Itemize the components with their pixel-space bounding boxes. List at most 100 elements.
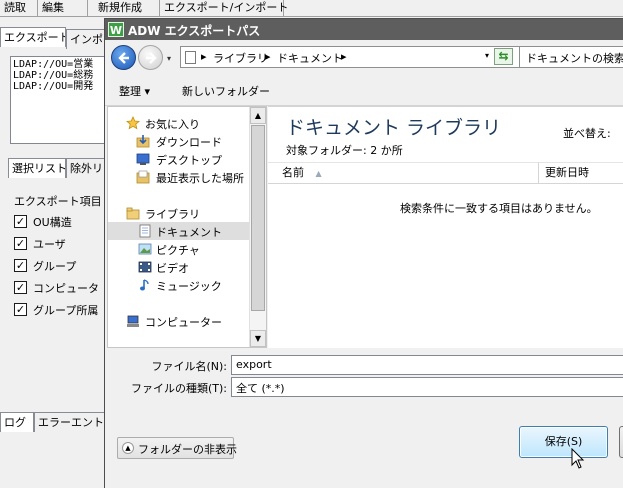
navigation-pane[interactable]: お気に入り ダウンロード デスクトップ 最近表示した場所 ライブラリ ドキュメン… [107, 106, 267, 348]
command-bar: 整理 ▾ 新しいフォルダー [105, 74, 623, 106]
subtab-selection-list[interactable]: 選択リスト [8, 158, 66, 178]
breadcrumb-libraries[interactable]: ライブラリ [213, 50, 268, 66]
nav-item-pictures[interactable]: ピクチャ [108, 240, 250, 258]
tab-import[interactable]: インポ [66, 29, 106, 49]
recent-places-icon [136, 170, 150, 184]
nav-item-libraries[interactable]: ライブラリ [108, 204, 250, 222]
nav-item-label: ミュージック [156, 280, 222, 293]
column-header-label: 名前 [282, 166, 304, 179]
nav-item-recent-places[interactable]: 最近表示した場所 [108, 168, 250, 186]
breadcrumb-separator[interactable]: ▸ [201, 50, 207, 63]
nav-item-label: コンピューター [145, 316, 222, 329]
export-items-heading: エクスポート項目 [14, 195, 102, 208]
filetype-select[interactable]: 全て (*.*) [231, 377, 623, 397]
tab-export[interactable]: エクスポート [0, 27, 66, 47]
breadcrumb-documents[interactable]: ドキュメント [277, 50, 343, 66]
save-dialog: W ADW エクスポートパス ▾ ▸ ライブラリ ▸ ドキュメント ▸ ▾ ⇆ … [104, 18, 623, 488]
file-list-pane[interactable]: ドキュメント ライブラリ 対象フォルダー: 2 か所 並べ替え: 名前 ▲ 更新… [268, 106, 623, 348]
search-input[interactable]: ドキュメントの検索 [519, 46, 623, 68]
document-icon [138, 224, 152, 238]
checkbox-label: ユーザ [33, 238, 66, 251]
back-arrow-icon [118, 52, 129, 64]
address-dropdown-icon[interactable]: ▾ [485, 51, 489, 60]
nav-item-label: ダウンロード [156, 136, 222, 149]
nav-item-documents[interactable]: ドキュメント [108, 222, 250, 240]
title-bar[interactable]: W ADW エクスポートパス [105, 19, 623, 40]
nav-item-favorites[interactable]: お気に入り [108, 114, 250, 132]
nav-item-label: ビデオ [156, 262, 189, 275]
checkbox-label: グループ [33, 260, 77, 273]
refresh-icon: ⇆ [498, 49, 509, 63]
nav-item-label: ピクチャ [156, 244, 200, 257]
column-header-label: 更新日時 [545, 166, 589, 179]
breadcrumb-separator[interactable]: ▸ [341, 50, 347, 63]
back-button[interactable] [111, 45, 136, 70]
menu-bar: 読取 編集 新規作成 エクスポート/インポート [0, 0, 623, 17]
nav-item-music[interactable]: ミュージック [108, 276, 250, 294]
checkbox-label: グループ所属 [33, 304, 99, 317]
ldap-entry[interactable]: LDAP://OU=総務 [13, 70, 107, 81]
document-icon [185, 51, 196, 64]
column-header-name[interactable]: 名前 ▲ [268, 162, 539, 184]
checkbox-label: コンピュータ [33, 282, 99, 295]
ldap-list[interactable]: LDAP://OU=営業 LDAP://OU=総務 LDAP://OU=開発 [10, 56, 110, 144]
arrange-by-label[interactable]: 並べ替え: [563, 125, 611, 141]
computer-icon [126, 314, 140, 328]
cancel-button[interactable] [619, 426, 623, 458]
forward-button[interactable] [138, 45, 163, 70]
tab-log[interactable]: ログ [0, 412, 34, 432]
save-button[interactable]: 保存(S) [519, 426, 608, 458]
download-folder-icon [136, 134, 150, 148]
nav-item-label: お気に入り [145, 118, 200, 131]
filename-input[interactable]: export [231, 355, 623, 375]
music-icon [138, 278, 152, 292]
scroll-up-icon[interactable]: ▲ [250, 107, 266, 124]
scroll-down-icon[interactable]: ▼ [250, 330, 266, 347]
checkbox-label: OU構造 [33, 216, 72, 229]
nav-pane-scrollbar[interactable]: ▲ ▼ [249, 107, 266, 347]
refresh-button[interactable]: ⇆ [494, 48, 513, 65]
checkbox-group-membership[interactable]: ✓ [14, 303, 27, 316]
subtab-exclusion-list[interactable]: 除外リ [66, 158, 106, 178]
menu-edit[interactable]: 編集 [38, 0, 88, 17]
menu-read[interactable]: 読取 [0, 0, 38, 17]
checkbox-ou-structure[interactable]: ✓ [14, 215, 27, 228]
navigation-bar: ▾ ▸ ライブラリ ▸ ドキュメント ▸ ▾ ⇆ ドキュメントの検索 [105, 40, 623, 74]
nav-item-computer[interactable]: コンピューター [108, 312, 250, 330]
breadcrumb-separator[interactable]: ▸ [265, 50, 271, 63]
scroll-thumb[interactable] [251, 125, 265, 311]
checkbox-computer[interactable]: ✓ [14, 281, 27, 294]
target-folders-link[interactable]: 対象フォルダー: 2 か所 [286, 142, 403, 158]
nav-item-desktop[interactable]: デスクトップ [108, 150, 250, 168]
column-header-date-modified[interactable]: 更新日時 [539, 162, 623, 184]
library-title: ドキュメント ライブラリ [286, 117, 502, 139]
mouse-cursor-icon [571, 448, 585, 469]
nav-item-label: デスクトップ [156, 154, 222, 167]
filetype-label: ファイルの種類(T): [130, 382, 227, 395]
library-icon [126, 206, 140, 220]
video-icon [138, 260, 152, 274]
checkbox-user[interactable]: ✓ [14, 237, 27, 250]
app-icon: W [108, 22, 124, 37]
picture-icon [138, 242, 152, 256]
menu-export-import[interactable]: エクスポート/インポート [160, 0, 288, 17]
nav-item-videos[interactable]: ビデオ [108, 258, 250, 276]
new-folder-button[interactable]: 新しいフォルダー [182, 83, 270, 99]
star-icon [126, 116, 140, 130]
ldap-entry[interactable]: LDAP://OU=営業 [13, 59, 107, 70]
nav-item-label: ドキュメント [156, 226, 222, 239]
nav-item-downloads[interactable]: ダウンロード [108, 132, 250, 150]
dialog-title: ADW エクスポートパス [128, 24, 261, 38]
address-bar[interactable]: ▸ ライブラリ ▸ ドキュメント ▸ ▾ [180, 46, 520, 68]
recent-pages-dropdown-icon[interactable]: ▾ [167, 54, 171, 63]
tab-error-entries[interactable]: エラーエントリ [34, 412, 106, 432]
collapse-up-icon: ▲ [122, 442, 134, 454]
ldap-entry[interactable]: LDAP://OU=開発 [13, 81, 107, 92]
filename-label: ファイル名(N): [151, 360, 227, 373]
empty-results-message: 検索条件に一致する項目はありません。 [400, 202, 598, 215]
hide-folders-button[interactable]: ▲ フォルダーの非表示 [117, 437, 237, 459]
nav-item-label: ライブラリ [145, 208, 200, 221]
checkbox-group[interactable]: ✓ [14, 259, 27, 272]
organize-menu[interactable]: 整理 ▾ [119, 83, 150, 99]
menu-new[interactable]: 新規作成 [88, 0, 160, 17]
